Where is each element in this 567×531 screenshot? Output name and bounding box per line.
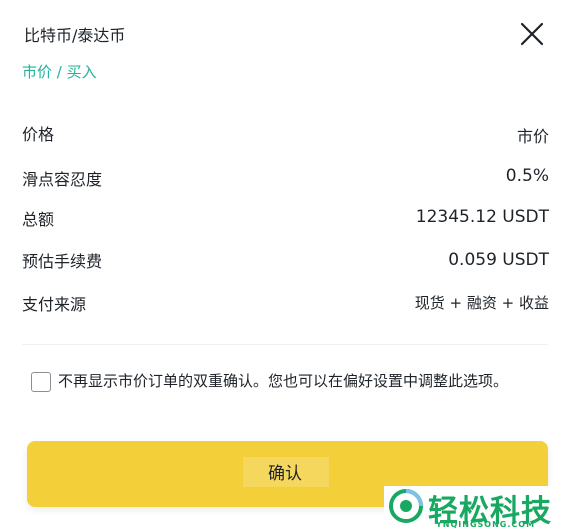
dialog-title: 比特币/泰达币 xyxy=(24,26,126,45)
order-type-subtitle: 市价 / 买入 xyxy=(22,63,97,81)
close-icon[interactable] xyxy=(518,20,546,48)
slippage-label: 滑点容忍度 xyxy=(22,170,103,189)
price-value: 市价 xyxy=(516,127,549,146)
fee-value: 0.059 USDT xyxy=(448,250,549,270)
divider xyxy=(22,344,548,345)
fee-label: 预估手续费 xyxy=(22,252,103,271)
order-confirm-dialog: 比特币/泰达币 市价 / 买入 价格 市价 滑点容忍度 0.5% 总额 1234… xyxy=(0,0,567,531)
dont-show-again-checkbox[interactable] xyxy=(31,372,51,392)
total-value: 12345.12 USDT xyxy=(415,207,549,227)
price-label: 价格 xyxy=(22,125,55,144)
slippage-value: 0.5% xyxy=(505,166,549,186)
confirm-button-label[interactable]: 确认 xyxy=(268,459,302,484)
dont-show-again-label[interactable]: 不再显示市价订单的双重确认。您也可以在偏好设置中调整此选项。 xyxy=(58,370,508,391)
total-label: 总额 xyxy=(22,210,55,229)
funding-source-label: 支付来源 xyxy=(22,295,87,314)
watermark-logo-icon xyxy=(388,488,424,524)
funding-source-value: 现货 + 融资 + 收益 xyxy=(414,294,549,312)
watermark-subtext: YNQINGSONG.COM xyxy=(436,520,536,529)
